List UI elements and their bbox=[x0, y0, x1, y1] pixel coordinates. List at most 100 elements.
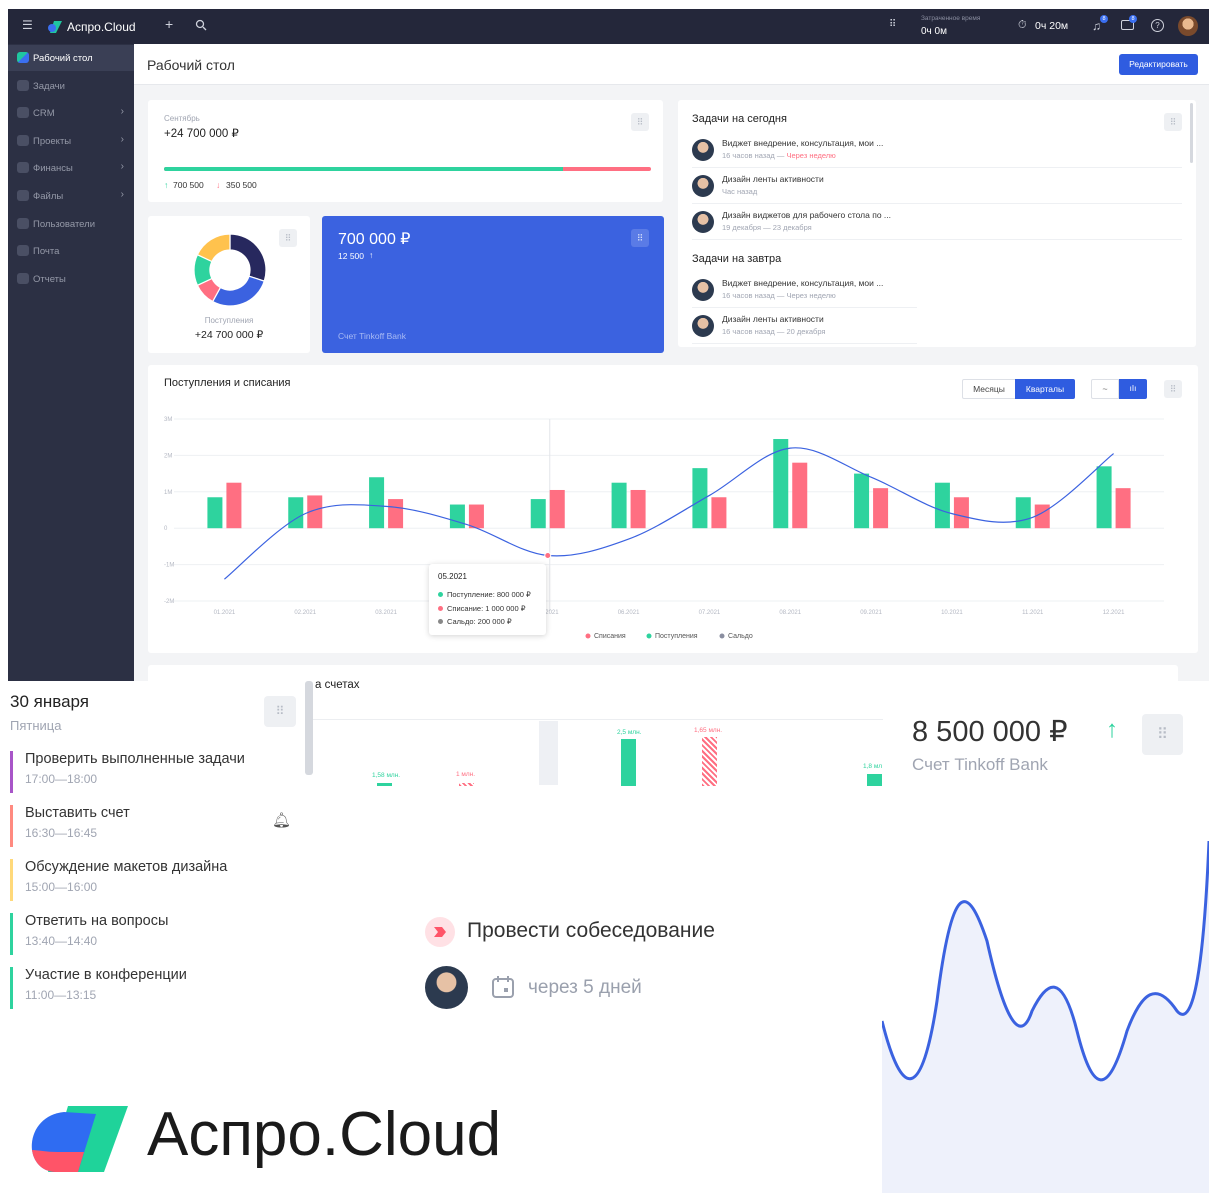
bar-expense bbox=[226, 482, 242, 529]
drag-handle-icon[interactable]: ⠿ bbox=[1142, 714, 1183, 755]
bar-income bbox=[1096, 466, 1112, 529]
donut-chart bbox=[194, 234, 266, 306]
tooltip-dot-income bbox=[438, 592, 443, 597]
drag-handle-icon[interactable]: ⠿ bbox=[631, 229, 649, 247]
task-title: Дизайн ленты активности bbox=[722, 314, 824, 324]
event-time: 15:00—16:00 bbox=[25, 880, 98, 894]
bar-expense bbox=[1034, 504, 1050, 529]
avatar bbox=[692, 315, 714, 337]
calendar-event[interactable]: Ответить на вопросы 13:40—14:40 bbox=[10, 913, 300, 955]
sidebar-item[interactable]: Рабочий стол bbox=[8, 45, 134, 71]
chevron-right-icon: › bbox=[120, 133, 124, 145]
income-expense-bar bbox=[164, 167, 651, 171]
bank-card[interactable]: 700 000 ₽ 12 500 ↑ Счет Tinkoff Bank ⠿ bbox=[322, 216, 664, 353]
balance-point bbox=[544, 552, 552, 559]
bar-income bbox=[854, 473, 870, 529]
sidebar-item[interactable]: Файлы › bbox=[8, 183, 134, 209]
income-value: 700 500 bbox=[173, 180, 204, 190]
search-icon[interactable] bbox=[195, 19, 207, 34]
bank-label: Счет Tinkoff Bank bbox=[338, 331, 406, 341]
avatar bbox=[692, 211, 714, 233]
legend-label: Поступления bbox=[655, 633, 698, 640]
notification-badge: 8 bbox=[1100, 15, 1108, 23]
y-tick-label: 1M bbox=[164, 490, 172, 496]
accounts-title: а счетах bbox=[315, 681, 360, 691]
task-row[interactable]: Виджет внедрение, консультация, мои ... … bbox=[692, 275, 917, 308]
logo-icon bbox=[30, 1104, 130, 1174]
bar-expense bbox=[711, 497, 727, 529]
sidebar-item[interactable]: Проекты › bbox=[8, 128, 134, 154]
scrollbar[interactable] bbox=[1190, 103, 1193, 163]
avatar[interactable] bbox=[1178, 16, 1198, 36]
calendar-event[interactable]: Выставить счет 16:30—16:45 bbox=[10, 805, 300, 847]
interview-task-title[interactable]: Провести собеседование bbox=[467, 919, 715, 943]
income-bar-fill bbox=[164, 167, 564, 171]
sidebar-item-icon bbox=[17, 272, 29, 284]
event-title: Проверить выполненные задачи bbox=[25, 751, 245, 767]
task-title: Дизайн ленты активности bbox=[722, 174, 824, 184]
bar-income bbox=[369, 477, 385, 529]
event-title: Ответить на вопросы bbox=[25, 913, 169, 929]
y-tick-label: -1M bbox=[164, 563, 174, 569]
x-tick-label: 08.2021 bbox=[779, 610, 801, 616]
big-bank-amount: 8 500 000 ₽ bbox=[912, 716, 1068, 748]
task-row[interactable]: Дизайн ленты активности 16 часов назад —… bbox=[692, 311, 917, 344]
y-tick-label: -2M bbox=[164, 599, 174, 605]
sidebar-item[interactable]: Задачи bbox=[8, 73, 134, 99]
bar-income bbox=[288, 497, 304, 529]
big-bank-label: Счет Tinkoff Bank bbox=[912, 755, 1048, 774]
plus-icon[interactable]: + bbox=[165, 16, 173, 32]
sidebar-item-label: Задачи bbox=[33, 80, 65, 92]
task-deadline: Через неделю bbox=[786, 151, 836, 160]
task-row[interactable]: Дизайн ленты активности Час назад bbox=[692, 171, 1182, 204]
sidebar-item[interactable]: CRM › bbox=[8, 100, 134, 126]
sidebar-item[interactable]: Пользователи bbox=[8, 211, 134, 237]
drag-handle-icon[interactable]: ⠿ bbox=[631, 113, 649, 131]
timer-value[interactable]: 0ч 20м bbox=[1035, 20, 1068, 32]
timer-icon[interactable]: ⏱ bbox=[1018, 19, 1027, 32]
task-row[interactable]: Виджет внедрение, консультация, мои ... … bbox=[692, 135, 1182, 168]
sidebar-item[interactable]: Финансы › bbox=[8, 155, 134, 181]
top-bar: ☰ Аспро.Cloud + ⠿ Затраченное время 0ч 0… bbox=[8, 9, 1209, 44]
chart-tooltip: 05.2021 Поступление: 800 000 ₽ Списание:… bbox=[429, 564, 546, 635]
bar-label: 1 млн. bbox=[456, 771, 476, 778]
logo-text: Аспро.Cloud bbox=[147, 1100, 502, 1169]
x-tick-label: 09.2021 bbox=[860, 610, 882, 616]
drag-handle-icon[interactable]: ⠿ bbox=[1164, 113, 1182, 131]
bar-income bbox=[934, 482, 950, 529]
help-icon[interactable]: ? bbox=[1151, 19, 1164, 32]
tasks-card: Задачи на сегодня ⠿ Виджет внедрение, ко… bbox=[678, 100, 1196, 347]
bar-expense bbox=[388, 499, 404, 529]
sidebar-item[interactable]: Почта bbox=[8, 238, 134, 264]
bar-income bbox=[449, 504, 465, 529]
event-title: Обсуждение макетов дизайна bbox=[25, 859, 228, 875]
x-tick-label: 10.2021 bbox=[941, 610, 963, 616]
x-tick-label: 12.2021 bbox=[1103, 610, 1125, 616]
edit-button[interactable]: Редактировать bbox=[1119, 54, 1198, 75]
sidebar-item-label: Финансы bbox=[33, 163, 73, 175]
scrollbar[interactable] bbox=[305, 681, 313, 775]
sidebar-item[interactable]: Отчеты bbox=[8, 266, 134, 292]
accounts-chart-fragment: а счетах 1,58 млн. 1 млн. 2,5 млн. 1,65 … bbox=[304, 681, 884, 787]
event-time: 17:00—18:00 bbox=[25, 772, 98, 786]
drag-handle-icon[interactable]: ⠿ bbox=[279, 229, 297, 247]
app-window: ☰ Аспро.Cloud + ⠿ Затраченное время 0ч 0… bbox=[8, 9, 1209, 681]
balance-line bbox=[224, 447, 1114, 580]
tooltip-date: 05.2021 bbox=[438, 572, 467, 581]
drag-handle-icon[interactable]: ⠿ bbox=[264, 696, 296, 727]
menu-icon[interactable]: ☰ bbox=[22, 18, 33, 32]
sidebar-item-label: CRM bbox=[33, 108, 55, 120]
time-spent-label: Затраченное время bbox=[921, 15, 981, 22]
event-title: Выставить счет bbox=[25, 805, 130, 821]
task-row[interactable]: Дизайн виджетов для рабочего стола по ..… bbox=[692, 207, 1182, 240]
bar-expense bbox=[549, 489, 565, 529]
legend-dot bbox=[585, 633, 591, 639]
event-title: Участие в конференции bbox=[25, 967, 187, 983]
calendar-event[interactable]: Участие в конференции 11:00—13:15 bbox=[10, 967, 300, 1009]
bell-icon[interactable]: 🔔︎ bbox=[272, 811, 291, 829]
task-meta: 16 часов назад — Через неделю bbox=[722, 291, 836, 300]
apps-grid-icon[interactable]: ⠿ bbox=[889, 19, 896, 30]
calendar-event[interactable]: Обсуждение макетов дизайна 15:00—16:00 bbox=[10, 859, 300, 901]
calendar-event[interactable]: Проверить выполненные задачи 17:00—18:00 bbox=[10, 751, 300, 793]
app-name[interactable]: Аспро.Cloud bbox=[67, 20, 136, 34]
